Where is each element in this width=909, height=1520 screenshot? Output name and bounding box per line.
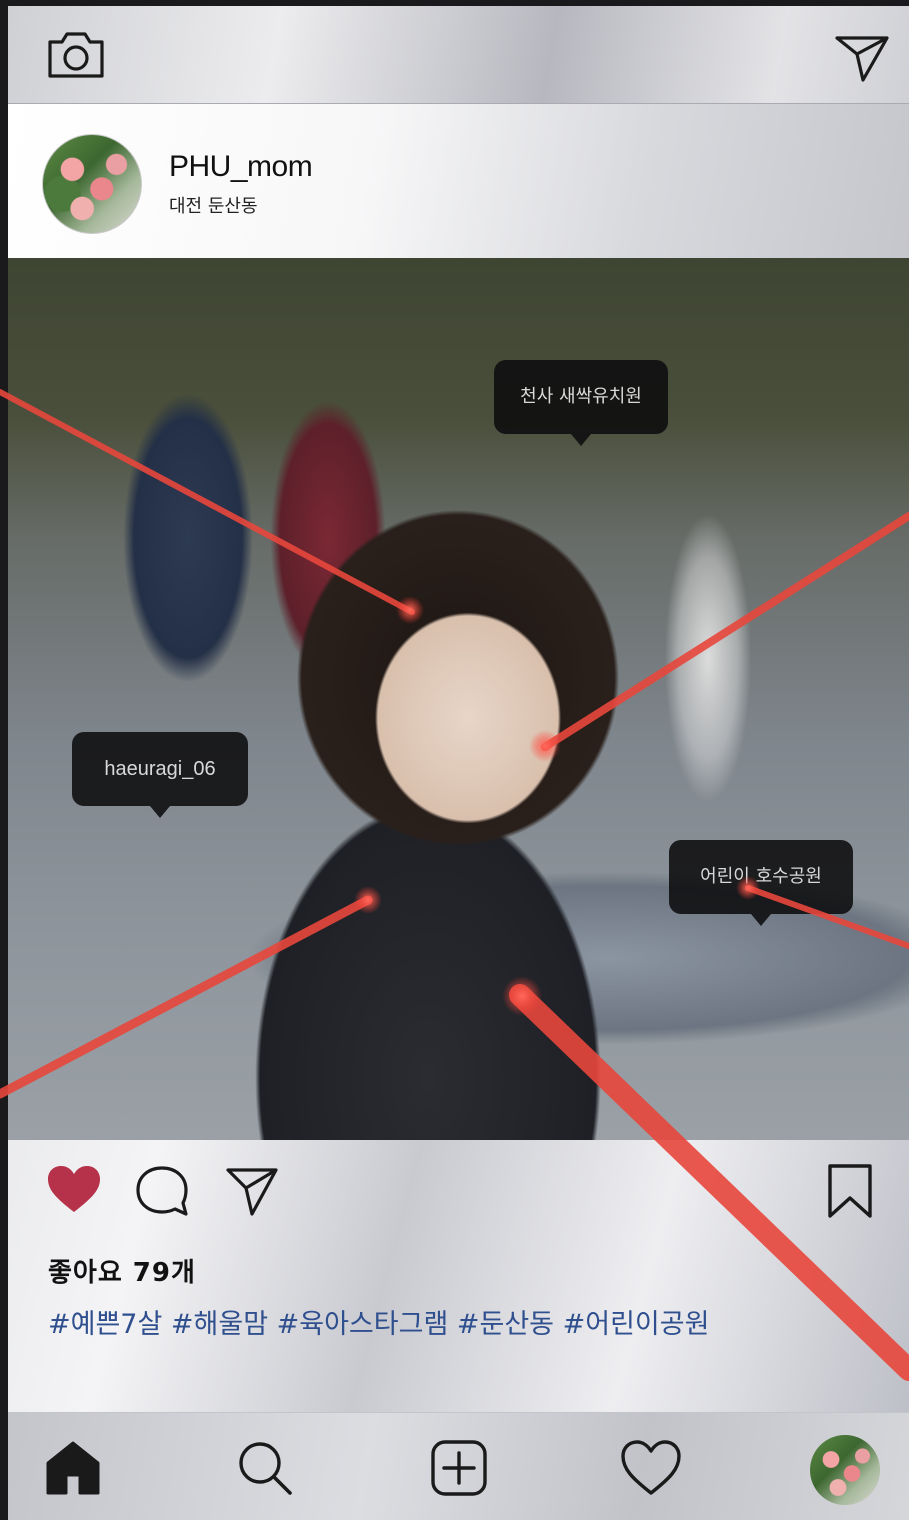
avatar[interactable] bbox=[42, 134, 142, 234]
photo-tag[interactable]: 천사 새싹유치원 bbox=[494, 360, 668, 446]
paper-plane-icon[interactable] bbox=[224, 1164, 280, 1218]
heart-filled-icon[interactable] bbox=[46, 1164, 102, 1214]
username[interactable]: PHU_mom bbox=[169, 150, 313, 184]
likes-count[interactable]: 좋아요 79개 bbox=[48, 1252, 196, 1289]
home-icon[interactable] bbox=[44, 1439, 102, 1497]
post-actions: 좋아요 79개 #예쁜7살 #해울맘 #육아스타그램 #둔산동 #어린이공원 bbox=[8, 1140, 909, 1412]
comment-icon[interactable] bbox=[134, 1164, 190, 1218]
post-photo[interactable]: 천사 새싹유치원 haeuragi_06 어린이 호수공원 bbox=[8, 258, 909, 1140]
location-label[interactable]: 대전 둔산동 bbox=[169, 192, 258, 218]
top-bar bbox=[8, 6, 909, 104]
search-icon[interactable] bbox=[236, 1439, 294, 1497]
bottom-nav bbox=[8, 1412, 909, 1520]
phone-screen: PHU_mom 대전 둔산동 천사 새싹유치원 haeuragi_06 어린이 … bbox=[8, 6, 909, 1520]
activity-heart-icon[interactable] bbox=[620, 1439, 682, 1497]
profile-avatar[interactable] bbox=[810, 1435, 880, 1505]
bookmark-icon[interactable] bbox=[824, 1162, 876, 1220]
paper-plane-icon[interactable] bbox=[833, 32, 891, 84]
post-header: PHU_mom 대전 둔산동 bbox=[8, 104, 909, 291]
photo-tag[interactable]: 어린이 호수공원 bbox=[669, 840, 853, 926]
photo-tag[interactable]: haeuragi_06 bbox=[72, 732, 248, 818]
hashtags[interactable]: #예쁜7살 #해울맘 #육아스타그램 #둔산동 #어린이공원 bbox=[48, 1302, 709, 1341]
camera-icon[interactable] bbox=[46, 28, 106, 80]
add-post-icon[interactable] bbox=[430, 1439, 488, 1497]
